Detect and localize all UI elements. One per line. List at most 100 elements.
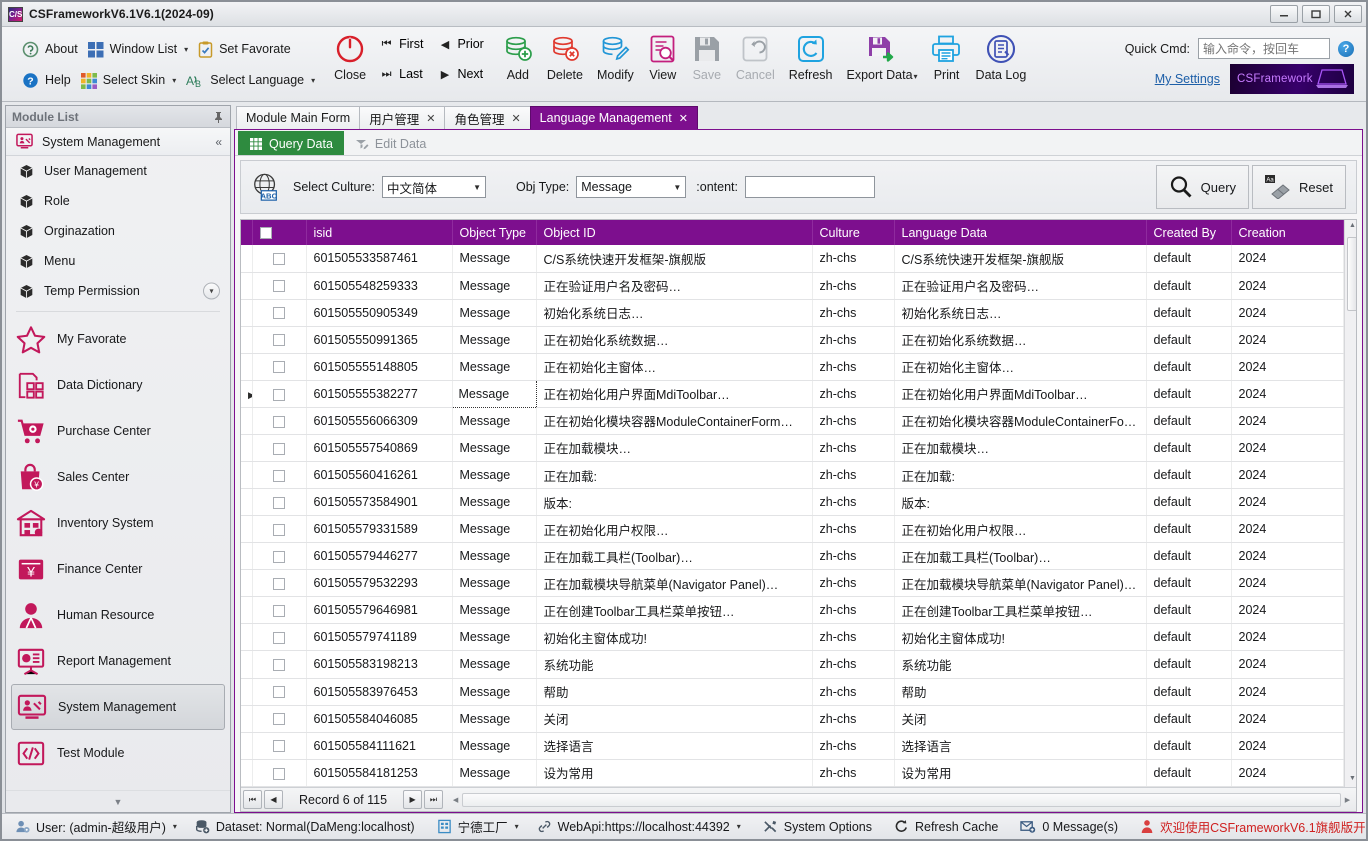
grid-vertical-scrollbar[interactable]: ▲ ▼	[1343, 220, 1356, 787]
cell-created-by[interactable]: default	[1146, 569, 1232, 598]
cell-language-data[interactable]: C/S系统快速开发框架-旗舰版	[894, 245, 1147, 273]
cell-isid[interactable]: 601505579741189	[306, 623, 453, 652]
last-record-button[interactable]: ⏭ Last	[377, 67, 435, 81]
row-checkbox-cell[interactable]	[252, 515, 307, 544]
cell-object-type[interactable]: Message	[452, 515, 537, 544]
cell-language-data[interactable]: 正在初始化系统数据…	[894, 326, 1147, 354]
column-header-language-data[interactable]: Language Data	[894, 220, 1147, 245]
cell-object-id[interactable]: 选择语言	[536, 732, 813, 760]
cell-created-by[interactable]: default	[1146, 759, 1232, 788]
row-checkbox-cell[interactable]	[252, 650, 307, 679]
sidebar-item-menu[interactable]: Menu	[6, 246, 230, 276]
table-row[interactable]: ▶601505555382277Message正在初始化用户界面MdiToolb…	[241, 379, 1344, 408]
cell-object-id[interactable]: 设为常用	[536, 759, 813, 788]
cell-object-id[interactable]: 正在初始化系统数据…	[536, 326, 813, 354]
cell-language-data[interactable]: 正在加载模块导航菜单(Navigator Panel)…	[894, 569, 1147, 598]
row-checkbox-cell[interactable]	[252, 407, 307, 435]
row-checkbox[interactable]	[273, 550, 285, 563]
row-checkbox-cell[interactable]	[252, 705, 307, 733]
quick-cmd-help-icon[interactable]: ?	[1338, 40, 1354, 57]
cell-created-by[interactable]: default	[1146, 245, 1232, 273]
cell-culture[interactable]: zh-chs	[812, 461, 895, 490]
cell-culture[interactable]: zh-chs	[812, 596, 895, 625]
sidebar-item-finance-center[interactable]: ¥ Finance Center	[6, 546, 230, 592]
row-indicator[interactable]	[241, 488, 253, 517]
row-checkbox[interactable]	[273, 659, 285, 672]
select-all-checkbox[interactable]	[259, 227, 272, 240]
view-button[interactable]: View	[641, 29, 685, 100]
row-indicator[interactable]	[241, 299, 253, 327]
row-checkbox-cell[interactable]	[252, 678, 307, 706]
table-row[interactable]: 601505573584901 Message 版本: zh-chs 版本: defaul…	[241, 488, 1344, 517]
column-header-object-type[interactable]: Object Type	[452, 220, 537, 245]
select-skin-button[interactable]: Select Skin ▾	[79, 67, 185, 95]
table-row[interactable]: 601505584046085 Message 关闭 zh-chs 关闭 default 2…	[241, 705, 1344, 733]
sidebar-item-data-dictionary[interactable]: Data Dictionary	[6, 362, 230, 408]
cell-culture[interactable]: zh-chs	[812, 353, 895, 381]
cell-created-by[interactable]: default	[1146, 596, 1232, 625]
add-button[interactable]: Add	[496, 29, 540, 100]
cell-creation[interactable]: 2024	[1231, 245, 1344, 273]
cell-creation[interactable]: 2024	[1231, 461, 1344, 490]
column-header-culture[interactable]: Culture	[812, 220, 895, 245]
row-checkbox-cell[interactable]	[252, 299, 307, 327]
cell-language-data[interactable]: 正在初始化主窗体…	[894, 353, 1147, 381]
cell-created-by[interactable]: default	[1146, 326, 1232, 354]
content-input[interactable]	[744, 176, 875, 198]
tab-user-management[interactable]: 用户管理 ✕	[359, 106, 446, 129]
cell-object-id[interactable]: 正在初始化用户权限…	[536, 515, 813, 544]
cell-created-by[interactable]: default	[1146, 623, 1232, 652]
row-checkbox-cell[interactable]	[252, 623, 307, 652]
cell-language-data[interactable]: 正在加载:	[894, 461, 1147, 490]
cell-culture[interactable]: zh-chs	[812, 434, 895, 463]
culture-select[interactable]: 中文简体 ▼	[381, 176, 486, 198]
column-header-object-id[interactable]: Object ID	[536, 220, 813, 245]
table-row[interactable]: 601505548259333 Message 正在验证用户名及密码… zh-chs 正…	[241, 272, 1344, 300]
table-row[interactable]: 601505579532293 Message 正在加载模块导航菜单(Navigat…	[241, 569, 1344, 598]
tab-module-main-form[interactable]: Module Main Form	[236, 106, 361, 129]
close-icon[interactable]: ✕	[426, 112, 435, 125]
cell-culture[interactable]: zh-chs	[812, 569, 895, 598]
cell-created-by[interactable]: default	[1146, 380, 1232, 408]
cell-isid[interactable]: 601505579646981	[306, 596, 453, 625]
table-row[interactable]: 601505560416261 Message 正在加载: zh-chs 正在加载: de…	[241, 461, 1344, 490]
row-checkbox[interactable]	[273, 469, 285, 482]
cell-language-data[interactable]: 设为常用	[894, 759, 1147, 788]
cell-created-by[interactable]: default	[1146, 650, 1232, 679]
row-indicator[interactable]	[241, 678, 253, 706]
cell-culture[interactable]: zh-chs	[812, 272, 895, 300]
cell-creation[interactable]: 2024	[1231, 515, 1344, 544]
cell-culture[interactable]: zh-chs	[812, 488, 895, 517]
cell-language-data[interactable]: 选择语言	[894, 732, 1147, 760]
row-indicator[interactable]	[241, 650, 253, 679]
cell-isid[interactable]: 601505583976453	[306, 678, 453, 706]
cell-isid[interactable]: 601505550905349	[306, 299, 453, 327]
cell-created-by[interactable]: default	[1146, 407, 1232, 435]
cell-creation[interactable]: 2024	[1231, 705, 1344, 733]
row-indicator[interactable]	[241, 434, 253, 463]
row-checkbox[interactable]	[273, 388, 285, 401]
row-checkbox-cell[interactable]	[252, 353, 307, 381]
cell-object-type[interactable]: Message	[452, 705, 537, 733]
cell-object-id[interactable]: 正在加载工具栏(Toolbar)…	[536, 542, 813, 571]
row-indicator[interactable]	[241, 569, 253, 598]
row-checkbox-cell[interactable]	[252, 245, 307, 273]
scrollbar-thumb[interactable]	[1347, 237, 1356, 311]
cell-object-type[interactable]: Message	[452, 678, 537, 706]
row-indicator[interactable]	[241, 705, 253, 733]
cell-object-type[interactable]: Message	[452, 326, 537, 354]
cell-isid[interactable]: 601505573584901	[306, 488, 453, 517]
cell-isid[interactable]: 601505555148805	[306, 353, 453, 381]
help-button[interactable]: ? Help	[20, 67, 79, 95]
cell-isid[interactable]: 601505579446277	[306, 542, 453, 571]
table-row[interactable]: 601505583198213 Message 系统功能 zh-chs 系统功能 defa…	[241, 650, 1344, 679]
row-checkbox[interactable]	[273, 767, 285, 780]
quick-cmd-input[interactable]	[1198, 38, 1330, 59]
cell-culture[interactable]: zh-chs	[812, 380, 895, 408]
sidebar-item-role[interactable]: Role	[6, 186, 230, 216]
row-checkbox-cell[interactable]	[252, 759, 307, 788]
table-row[interactable]: 601505555148805 Message 正在初始化主窗体… zh-chs 正在初…	[241, 353, 1344, 381]
close-icon[interactable]: ✕	[679, 112, 688, 125]
cell-created-by[interactable]: default	[1146, 732, 1232, 760]
cell-isid[interactable]: 601505584181253	[306, 759, 453, 788]
